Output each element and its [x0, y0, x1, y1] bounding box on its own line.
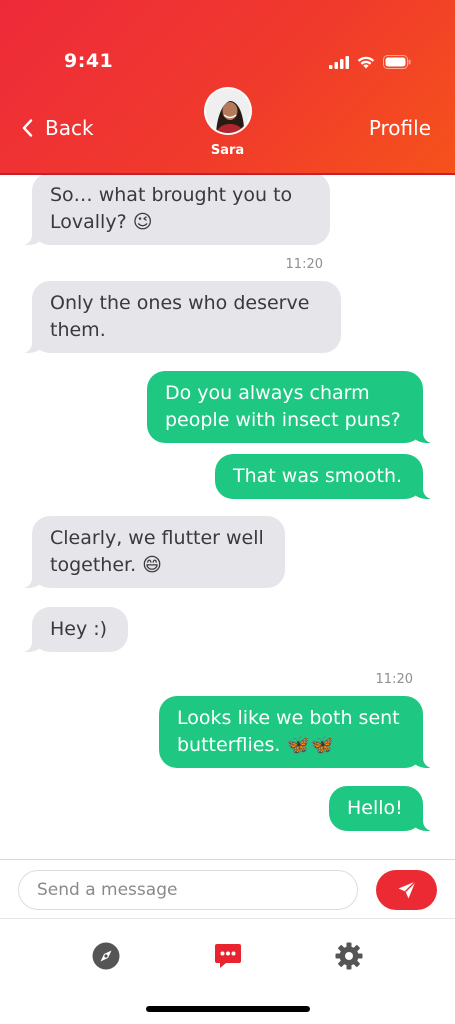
chat-header: 9:41 Back Sara Profile [0, 0, 455, 175]
battery-icon [383, 55, 411, 69]
tab-messages[interactable] [212, 940, 244, 972]
message-timestamp: 11:20 [285, 257, 323, 272]
avatar-photo [206, 89, 250, 133]
status-time: 9:41 [64, 50, 114, 72]
message-bubble-incoming[interactable]: Clearly, we flutter well together. 😄 [22, 516, 285, 588]
message-bubble-incoming[interactable]: Hey :) [22, 607, 128, 652]
chat-bubble-icon [215, 944, 241, 968]
gear-icon [335, 942, 363, 970]
message-text: Clearly, we flutter well together. 😄 [50, 527, 264, 576]
message-text: Looks like we both sent butterflies. 🦋🦋 [177, 707, 400, 756]
signal-icon [329, 55, 349, 69]
back-button[interactable]: Back [22, 116, 94, 140]
tab-discover[interactable] [90, 940, 122, 972]
message-list[interactable]: So… what brought you to Lovally? 😉 11:20… [0, 175, 455, 859]
home-indicator[interactable] [146, 1006, 310, 1012]
message-timestamp: 11:20 [375, 672, 413, 687]
message-bubble-outgoing[interactable]: Looks like we both sent butterflies. 🦋🦋 [159, 696, 433, 768]
message-text: Only the ones who deserve them. [50, 292, 310, 341]
avatar[interactable] [204, 87, 252, 135]
message-text: Hey :) [50, 618, 108, 640]
message-composer [0, 859, 455, 919]
message-bubble-outgoing[interactable]: That was smooth. [215, 454, 433, 499]
contact-name: Sara [210, 143, 245, 158]
message-text: Do you always charm people with insect p… [165, 382, 401, 431]
send-button[interactable] [376, 870, 437, 910]
message-input[interactable] [18, 870, 358, 910]
message-bubble-outgoing[interactable]: Do you always charm people with insect p… [147, 371, 433, 443]
wifi-icon [357, 56, 375, 68]
tab-settings[interactable] [333, 940, 365, 972]
back-label: Back [45, 116, 94, 140]
compass-icon [92, 942, 120, 970]
message-text: So… what brought you to Lovally? 😉 [50, 184, 293, 233]
message-text: That was smooth. [233, 465, 403, 487]
message-bubble-incoming[interactable]: So… what brought you to Lovally? 😉 [22, 175, 330, 245]
status-icons [329, 53, 411, 71]
message-bubble-incoming[interactable]: Only the ones who deserve them. [22, 281, 341, 353]
paper-plane-icon [398, 881, 416, 899]
chevron-left-icon [22, 119, 33, 137]
profile-button[interactable]: Profile [369, 116, 431, 140]
message-text: Hello! [347, 797, 403, 819]
message-bubble-outgoing[interactable]: Hello! [329, 786, 433, 831]
